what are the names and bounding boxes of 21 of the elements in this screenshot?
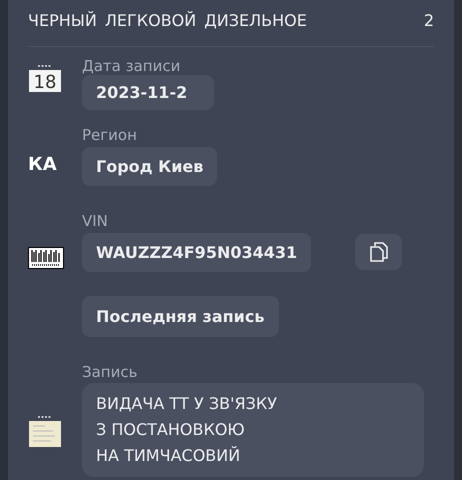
note-line: НА ТИМЧАСОВИЙ: [96, 445, 242, 467]
note-field[interactable]: ВИДАЧА ТТ У ЗВ'ЯЗКУ З ПОСТАНОВКОЮ НА ТИМЧАСОВИЙ: [82, 383, 424, 477]
region-code: КА: [28, 154, 57, 175]
region-field[interactable]: Город Киев: [82, 147, 218, 186]
copy-icon: [368, 241, 389, 263]
spec-value: ЧЕРНЫЙ: [28, 10, 97, 32]
field-label: VIN: [82, 212, 109, 230]
spec-value: ЛЕГКОВОЙ: [104, 10, 196, 32]
field-label: Регион: [82, 126, 138, 144]
last-record-button[interactable]: Последняя запись: [82, 296, 278, 337]
note-line: З ПОСТАНОВКОЮ: [96, 419, 246, 441]
barcode-icon: [28, 247, 64, 269]
vin-field[interactable]: WAUZZZ4F95N034431: [82, 233, 312, 272]
note-line: ВИДАЧА ТТ У ЗВ'ЯЗКУ: [96, 393, 278, 415]
copy-button[interactable]: [355, 234, 402, 270]
notepad-icon: [28, 415, 62, 449]
field-label: Дата записи: [82, 57, 182, 75]
spec-value: 2: [424, 10, 434, 32]
field-label: Запись: [82, 363, 138, 381]
date-field[interactable]: 2023-11-2: [82, 75, 214, 110]
spec-value: ДИЗЕЛЬНОЕ: [204, 10, 307, 32]
